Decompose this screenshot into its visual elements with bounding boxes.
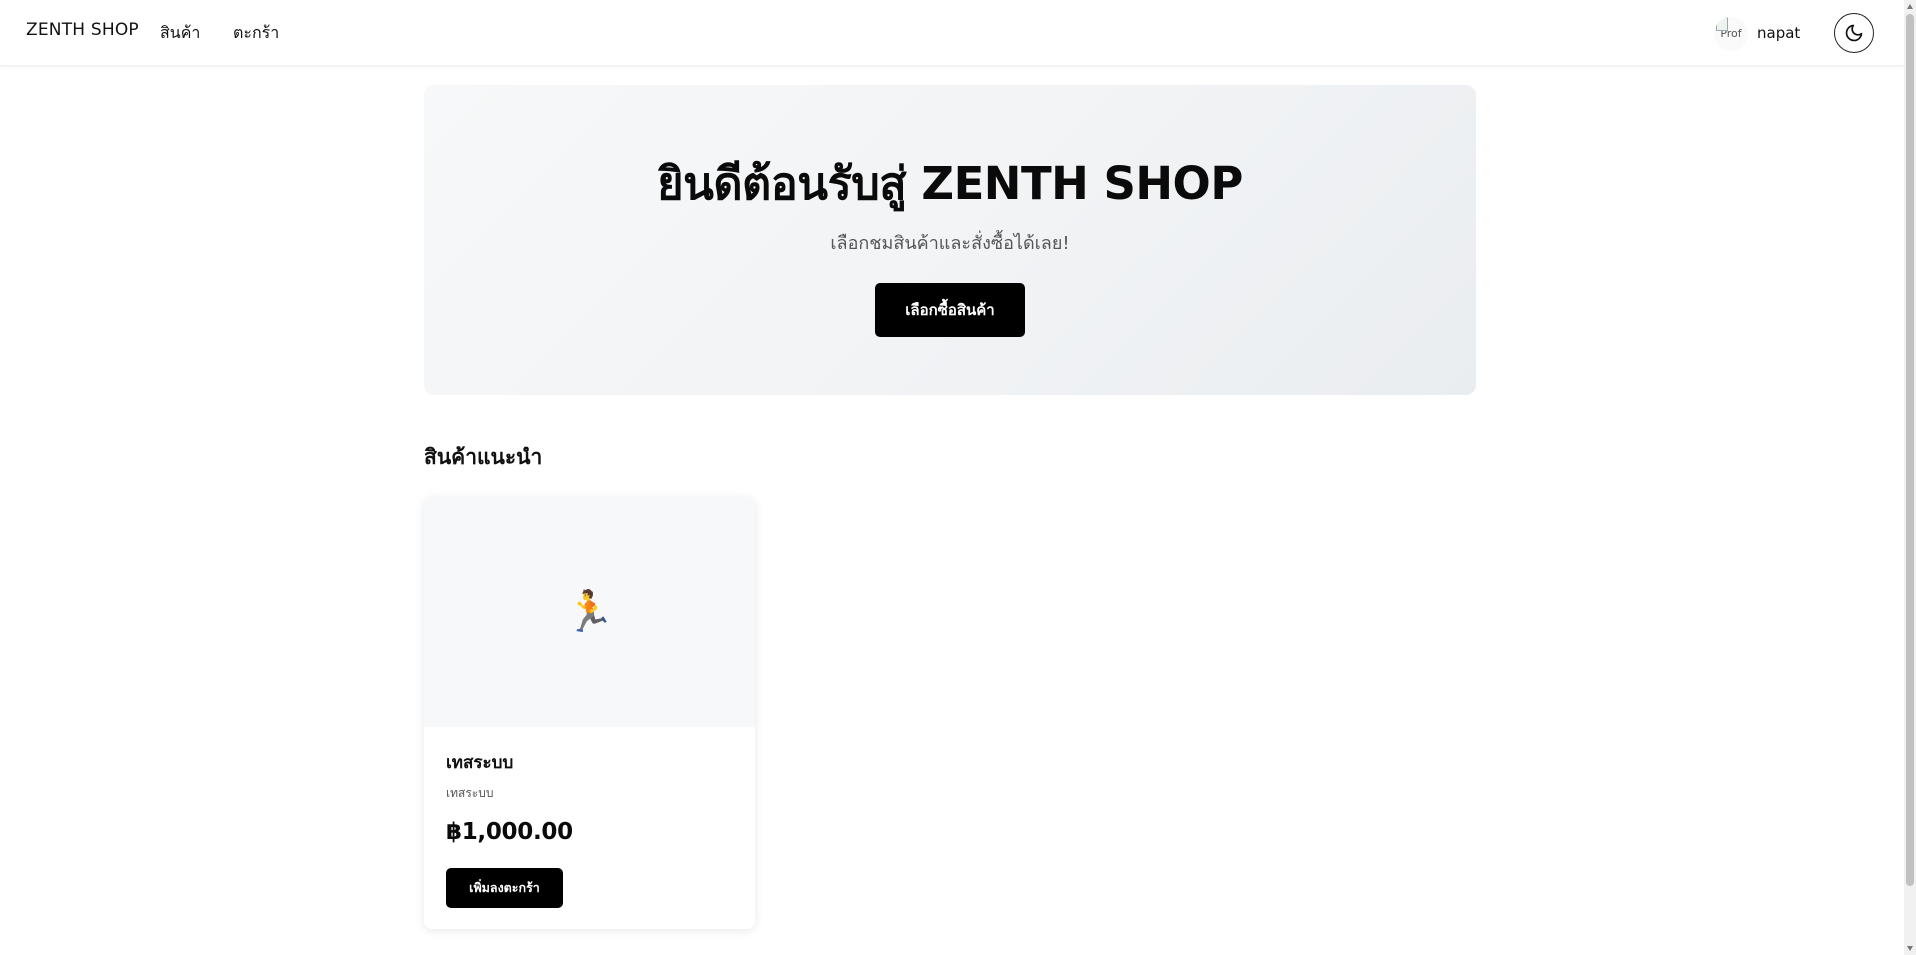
hero-banner: ยินดีต้อนรับสู่ ZENTH SHOP เลือกชมสินค้า…: [424, 85, 1476, 395]
username-label[interactable]: napat: [1757, 24, 1800, 42]
hero-title: ยินดีต้อนรับสู่ ZENTH SHOP: [657, 157, 1243, 210]
page: ZENTH SHOP สินค้า ตะกร้า Prof napat ยินด…: [0, 0, 1916, 955]
moon-icon: [1845, 24, 1863, 42]
featured-section-title: สินค้าแนะนำ: [424, 445, 543, 469]
scroll-down-arrow-icon[interactable]: [1907, 946, 1913, 951]
scrollbar-thumb[interactable]: [1906, 14, 1914, 886]
product-description: เทสระบบ: [446, 786, 494, 800]
product-card[interactable]: 🏃 เทสระบบ เทสระบบ ฿1,000.00 เพิ่มลงตะกร้…: [424, 497, 755, 929]
running-person-icon: 🏃: [564, 589, 615, 635]
product-name[interactable]: เทสระบบ: [446, 749, 513, 776]
product-image[interactable]: 🏃: [424, 497, 755, 727]
profile-avatar[interactable]: Prof: [1714, 17, 1748, 51]
theme-toggle-button[interactable]: [1834, 13, 1874, 53]
nav-link-products[interactable]: สินค้า: [160, 21, 200, 46]
scroll-up-arrow-icon[interactable]: [1907, 4, 1913, 9]
nav-link-cart[interactable]: ตะกร้า: [233, 21, 279, 46]
broken-image-icon: [1716, 17, 1728, 31]
shop-now-button[interactable]: เลือกซื้อสินค้า: [875, 283, 1025, 337]
add-to-cart-button[interactable]: เพิ่มลงตะกร้า: [446, 868, 563, 908]
hero-subtitle: เลือกชมสินค้าและสั่งซื้อได้เลย!: [830, 233, 1070, 254]
top-navbar: ZENTH SHOP สินค้า ตะกร้า Prof napat: [0, 0, 1904, 66]
vertical-scrollbar[interactable]: [1904, 0, 1916, 955]
product-price: ฿1,000.00: [446, 819, 573, 845]
brand-logo-link[interactable]: ZENTH SHOP: [26, 20, 139, 40]
